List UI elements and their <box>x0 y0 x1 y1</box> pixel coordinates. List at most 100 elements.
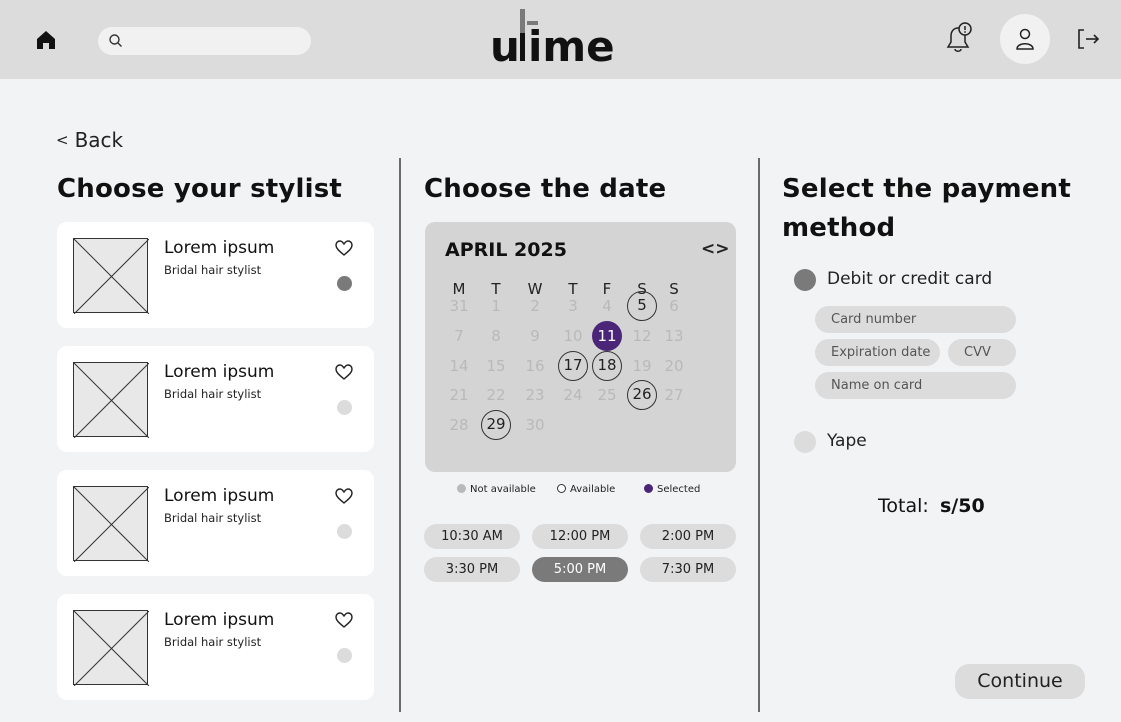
calendar-day: 3 <box>568 297 578 315</box>
back-label: Back <box>74 128 124 152</box>
top-bar: uLime u ime <box>0 0 1121 79</box>
time-slot[interactable]: 3:30 PM <box>424 557 520 582</box>
calendar-day: 9 <box>530 327 540 345</box>
calendar: APRIL 2025 <> M T W T F S S 31 1 2 3 4 5 6 7 8 9 10 11 12 13… <box>425 222 736 472</box>
payment-section-title-line2: method <box>782 213 896 243</box>
stylist-card[interactable]: Lorem ipsum Bridal hair stylist <box>57 470 374 576</box>
not-available-dot <box>457 484 466 493</box>
calendar-day: 7 <box>454 327 464 345</box>
continue-button[interactable]: Continue <box>955 664 1085 699</box>
month-nav-arrows[interactable]: <> <box>701 239 730 259</box>
calendar-day: 4 <box>602 297 612 315</box>
calendar-day[interactable]: 17 <box>558 351 588 381</box>
card-payment-label: Debit or credit card <box>827 269 993 289</box>
calendar-day: 13 <box>664 327 684 345</box>
name-on-card-field[interactable] <box>815 372 1016 399</box>
stylist-card[interactable]: Lorem ipsum Bridal hair stylist <box>57 594 374 700</box>
calendar-day: 21 <box>449 386 469 404</box>
stylist-select-indicator[interactable] <box>337 276 352 291</box>
available-dot <box>557 484 566 493</box>
search-input[interactable] <box>130 31 300 51</box>
legend-selected: Selected <box>644 484 700 495</box>
stylist-role: Bridal hair stylist <box>164 263 262 277</box>
notification-bell-icon[interactable] <box>940 20 976 56</box>
time-slot[interactable]: 10:30 AM <box>424 524 520 549</box>
calendar-day: 16 <box>525 357 545 375</box>
stylist-card[interactable]: Lorem ipsum Bridal hair stylist <box>57 222 374 328</box>
app-logo[interactable]: uLime u ime <box>480 6 640 72</box>
legend-label: Selected <box>657 484 701 495</box>
stylist-section-title: Choose your stylist <box>57 174 343 204</box>
calendar-day[interactable]: 29 <box>481 410 511 440</box>
card-number-field[interactable] <box>815 306 1016 333</box>
legend-not-available: Not available <box>457 484 536 495</box>
stylist-photo-placeholder <box>73 486 150 563</box>
cvv-field[interactable] <box>948 339 1016 366</box>
total-label: Total: <box>878 495 929 517</box>
legend-label: Available <box>570 484 616 495</box>
calendar-day[interactable]: 5 <box>627 291 657 321</box>
logo-mark: u ime <box>490 9 615 71</box>
calendar-day: 2 <box>530 297 540 315</box>
calendar-day: 28 <box>449 416 469 434</box>
stylist-select-indicator[interactable] <box>337 524 352 539</box>
heart-icon[interactable] <box>335 488 353 508</box>
chevron-left-icon: < <box>56 131 69 149</box>
calendar-day: 1 <box>491 297 501 315</box>
date-section-title: Choose the date <box>424 174 667 204</box>
legend-available: Available <box>557 484 615 495</box>
calendar-day: 19 <box>632 357 652 375</box>
search-bar[interactable] <box>98 27 311 55</box>
yape-payment-radio[interactable] <box>794 431 816 453</box>
heart-icon[interactable] <box>335 364 353 384</box>
calendar-day: 24 <box>563 386 583 404</box>
stylist-role: Bridal hair stylist <box>164 511 262 525</box>
svg-text:ime: ime <box>528 22 615 71</box>
time-slot[interactable]: 7:30 PM <box>640 557 736 582</box>
calendar-day[interactable]: 18 <box>592 351 622 381</box>
time-slot[interactable]: 2:00 PM <box>640 524 736 549</box>
calendar-day: 31 <box>449 297 469 315</box>
time-slot[interactable]: 12:00 PM <box>532 524 628 549</box>
divider <box>758 158 760 712</box>
logout-icon[interactable] <box>1074 26 1102 52</box>
stylist-photo-placeholder <box>73 362 150 439</box>
stylist-name: Lorem ipsum <box>164 486 275 506</box>
search-icon <box>109 34 122 47</box>
payment-section-title: Select the payment <box>782 174 1071 204</box>
stylist-photo-placeholder <box>73 610 150 687</box>
heart-icon[interactable] <box>335 240 353 260</box>
calendar-day: 25 <box>597 386 617 404</box>
stylist-photo-placeholder <box>73 238 150 315</box>
home-icon[interactable] <box>34 28 58 52</box>
stylist-role: Bridal hair stylist <box>164 387 262 401</box>
calendar-day: 15 <box>486 357 506 375</box>
svg-text:u: u <box>490 22 520 71</box>
stylist-role: Bridal hair stylist <box>164 635 262 649</box>
total-value: s/50 <box>940 495 985 517</box>
calendar-day: 23 <box>525 386 545 404</box>
card-payment-radio[interactable] <box>794 269 816 291</box>
calendar-day: 20 <box>664 357 684 375</box>
calendar-day: 6 <box>669 297 679 315</box>
calendar-day: 8 <box>491 327 501 345</box>
calendar-day: 12 <box>632 327 652 345</box>
stylist-card[interactable]: Lorem ipsum Bridal hair stylist <box>57 346 374 452</box>
calendar-day[interactable]: 11 <box>592 321 622 351</box>
calendar-day: 10 <box>563 327 583 345</box>
stylist-name: Lorem ipsum <box>164 238 275 258</box>
stylist-name: Lorem ipsum <box>164 610 275 630</box>
yape-payment-label: Yape <box>827 431 867 451</box>
back-link[interactable]: < Back <box>56 128 123 152</box>
user-profile-button[interactable] <box>1000 14 1050 64</box>
stylist-select-indicator[interactable] <box>337 648 352 663</box>
heart-icon[interactable] <box>335 612 353 632</box>
expiration-date-field[interactable] <box>815 339 940 366</box>
calendar-day[interactable]: 26 <box>627 380 657 410</box>
calendar-day: 22 <box>486 386 506 404</box>
legend-label: Not available <box>470 484 536 495</box>
time-slot[interactable]: 5:00 PM <box>532 557 628 582</box>
divider <box>399 158 401 712</box>
user-icon <box>1016 28 1034 50</box>
stylist-select-indicator[interactable] <box>337 400 352 415</box>
